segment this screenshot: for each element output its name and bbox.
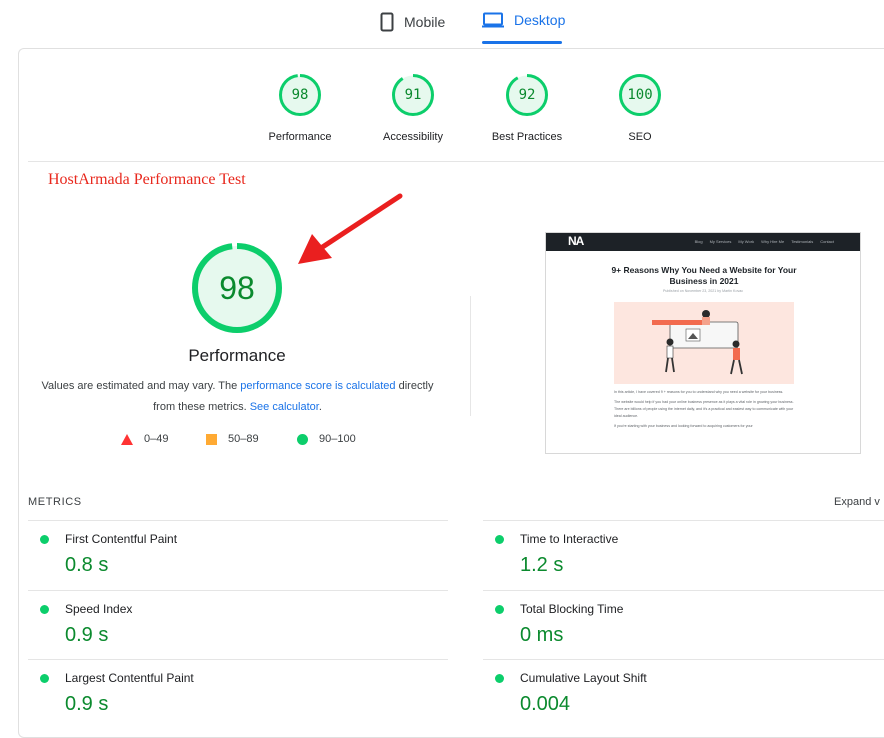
performance-score-link[interactable]: performance score is calculated [240, 380, 395, 392]
selected-tab-indicator [482, 41, 562, 44]
preview-nav-link: Blog [694, 239, 703, 244]
metric-name: Largest Contentful Paint [65, 671, 194, 685]
performance-score-gauge: 98 [190, 241, 284, 335]
preview-navbar: NA Blog My Services My Work Why Hire Me … [546, 233, 860, 251]
metric-largest-contentful-paint: Largest Contentful Paint 0.9 s [28, 659, 448, 729]
preview-title: 9+ Reasons Why You Need a Website for Yo… [611, 265, 797, 286]
best-practices-gauge[interactable]: 92 [505, 73, 549, 117]
preview-paragraph: The website would help if you had your o… [614, 400, 794, 418]
tab-mobile[interactable]: Mobile [380, 12, 445, 32]
metric-cumulative-layout-shift: Cumulative Layout Shift 0.004 [483, 659, 884, 729]
note-text: Values are estimated and may vary. The [41, 380, 241, 392]
legend-average-label: 50–89 [228, 433, 259, 445]
seo-gauge-label: SEO [628, 131, 652, 143]
metric-value: 0.004 [520, 693, 571, 715]
legend-fail: 0–49 [121, 433, 168, 445]
preview-logo: NA [568, 234, 584, 248]
see-calculator-link[interactable]: See calculator [250, 401, 319, 413]
circle-icon [297, 433, 308, 445]
preview-body-text: In this article, I have covered 9 + reas… [614, 389, 794, 430]
metric-value: 0 ms [520, 624, 564, 646]
pass-circle-icon [40, 674, 49, 683]
vertical-divider [470, 296, 471, 416]
desktop-icon [482, 12, 504, 28]
accessibility-gauge-label: Accessibility [383, 131, 443, 143]
device-tabs: Mobile Desktop [0, 0, 884, 46]
preview-nav-link: Contact [820, 239, 834, 244]
expand-view-toggle[interactable]: Expand v [834, 496, 880, 508]
preview-nav-link: My Work [738, 239, 755, 244]
preview-paragraph: If you're starting with your business an… [614, 424, 753, 428]
tab-mobile-label: Mobile [404, 14, 446, 30]
preview-nav-links: Blog My Services My Work Why Hire Me Tes… [695, 239, 834, 244]
tab-desktop[interactable]: Desktop [482, 12, 565, 28]
metric-total-blocking-time: Total Blocking Time 0 ms [483, 590, 884, 660]
legend-average: 50–89 [206, 433, 259, 445]
performance-title: Performance [188, 346, 286, 365]
preview-byline: Published on November 23, 2021 by Martin… [662, 289, 744, 293]
pass-circle-icon [40, 535, 49, 544]
accessibility-gauge[interactable]: 91 [391, 73, 435, 117]
metric-name: Time to Interactive [520, 532, 619, 546]
metric-first-contentful-paint: First Contentful Paint 0.8 s [28, 520, 448, 590]
best-practices-gauge-score: 92 [518, 87, 536, 103]
preview-nav-link: My Services [709, 239, 732, 244]
red-arrow-icon [298, 193, 403, 264]
triangle-icon [121, 433, 133, 445]
metric-value: 0.9 s [65, 693, 109, 715]
performance-gauge[interactable]: 98 [278, 73, 322, 117]
metric-time-to-interactive: Time to Interactive 1.2 s [483, 520, 884, 590]
pass-circle-icon [495, 674, 504, 683]
annotation-text: HostArmada Performance Test [48, 171, 246, 188]
tab-desktop-label: Desktop [514, 12, 566, 28]
pass-circle-icon [40, 605, 49, 614]
seo-gauge[interactable]: 100 [618, 73, 662, 117]
legend-pass: 90–100 [297, 433, 356, 445]
metrics-heading: METRICS [28, 496, 82, 508]
pass-circle-icon [495, 535, 504, 544]
preview-paragraph: In this article, I have covered 9 + reas… [614, 390, 784, 394]
accessibility-gauge-score: 91 [404, 87, 422, 103]
seo-gauge-score: 100 [627, 87, 653, 103]
phone-icon [380, 12, 394, 32]
metric-name: Cumulative Layout Shift [520, 671, 647, 685]
metric-value: 1.2 s [520, 554, 564, 576]
performance-score-value: 98 [219, 270, 255, 306]
square-icon [206, 433, 217, 445]
divider [28, 161, 884, 162]
metric-speed-index: Speed Index 0.9 s [28, 590, 448, 660]
performance-note: Values are estimated and may vary. The p… [40, 376, 435, 418]
preview-nav-link: Why Hire Me [761, 239, 785, 244]
metric-name: Total Blocking Time [520, 602, 624, 616]
metric-name: Speed Index [65, 602, 133, 616]
performance-gauge-label: Performance [268, 131, 332, 143]
metric-value: 0.9 s [65, 624, 109, 646]
pass-circle-icon [495, 605, 504, 614]
performance-gauge-score: 98 [291, 87, 309, 103]
legend-pass-label: 90–100 [319, 433, 356, 445]
metric-value: 0.8 s [65, 554, 109, 576]
best-practices-gauge-label: Best Practices [491, 131, 563, 143]
legend-fail-label: 0–49 [144, 433, 169, 445]
preview-hero-illustration [614, 302, 794, 384]
preview-nav-link: Testimonials [791, 239, 814, 244]
final-screenshot[interactable]: NA Blog My Services My Work Why Hire Me … [545, 232, 861, 454]
note-text: . [318, 401, 322, 413]
metric-name: First Contentful Paint [65, 532, 178, 546]
